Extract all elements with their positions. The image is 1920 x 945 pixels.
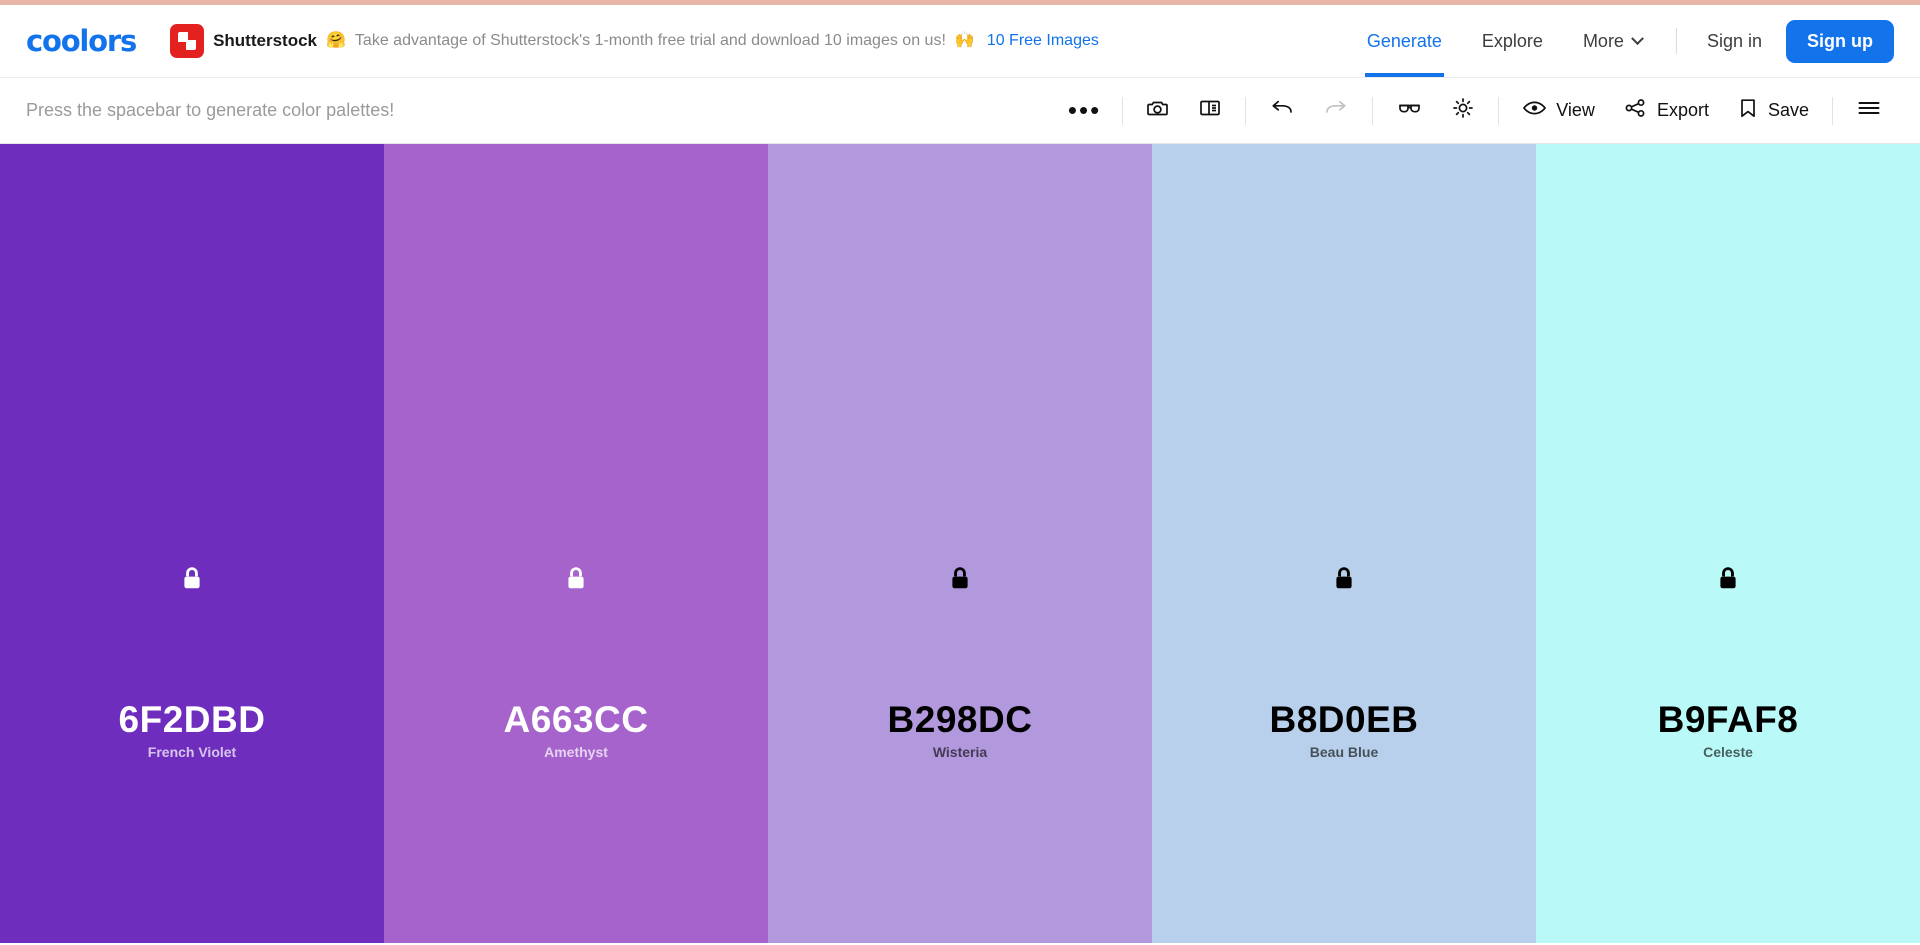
lock-icon[interactable] — [949, 566, 971, 598]
eye-icon — [1522, 96, 1547, 125]
lock-icon[interactable] — [1333, 566, 1355, 598]
main-nav: Generate Explore More Sign in Sign up — [1347, 5, 1894, 77]
site-header: coolors Shutterstock 🤗 Take advantage of… — [0, 5, 1920, 77]
coolors-logo[interactable]: coolors — [26, 24, 137, 58]
redo-icon — [1323, 96, 1349, 125]
color-hex[interactable]: B298DC — [888, 699, 1033, 741]
hug-emoji-icon: 🤗 — [326, 32, 346, 49]
color-palette: 6F2DBD French Violet A663CC Amethyst B298DC W… — [0, 144, 1920, 943]
nav-divider — [1675, 28, 1677, 54]
nav-item-explore[interactable]: Explore — [1462, 5, 1563, 77]
share-icon — [1623, 96, 1648, 125]
layout-button[interactable] — [1184, 89, 1236, 132]
layout-icon — [1198, 96, 1222, 125]
shutterstock-brand-name: Shutterstock — [213, 31, 317, 50]
lock-icon[interactable] — [565, 566, 587, 598]
save-button[interactable]: Save — [1723, 89, 1823, 132]
color-name: Beau Blue — [1309, 743, 1379, 760]
toolbar-actions: ••• View Export Save — [1056, 89, 1896, 132]
nav-item-generate[interactable]: Generate — [1347, 5, 1462, 77]
view-label: View — [1556, 100, 1595, 120]
raising-hands-emoji-icon: 🙌 — [954, 32, 975, 49]
color-swatch[interactable]: B9FAF8 Celeste — [1536, 144, 1920, 943]
brightness-button[interactable] — [1437, 89, 1489, 132]
color-name: Wisteria — [932, 743, 988, 760]
palette-toolbar: Press the spacebar to generate color pal… — [0, 77, 1920, 144]
undo-button[interactable] — [1255, 89, 1309, 132]
color-hex[interactable]: 6F2DBD — [119, 699, 266, 741]
view-button[interactable]: View — [1508, 89, 1609, 132]
hamburger-icon — [1856, 96, 1882, 125]
spacebar-hint: Press the spacebar to generate color pal… — [26, 100, 395, 120]
save-label: Save — [1767, 100, 1809, 120]
nav-item-more[interactable]: More — [1563, 5, 1662, 77]
lock-icon[interactable] — [1717, 566, 1739, 598]
free-images-link[interactable]: 10 Free Images — [987, 32, 1099, 50]
shutterstock-promo-banner[interactable]: Shutterstock 🤗 Take advantage of Shutter… — [170, 24, 1099, 58]
brightness-icon — [1451, 96, 1475, 125]
color-name: Celeste — [1703, 743, 1753, 760]
color-swatch[interactable]: A663CC Amethyst — [384, 144, 768, 943]
color-swatch[interactable]: B298DC Wisteria — [768, 144, 1152, 943]
toolbar-divider — [1122, 96, 1124, 125]
color-hex[interactable]: B8D0EB — [1270, 699, 1419, 741]
nav-label-generate: Generate — [1366, 30, 1442, 51]
camera-icon — [1146, 96, 1170, 125]
color-name: French Violet — [147, 743, 237, 760]
color-swatch[interactable]: 6F2DBD French Violet — [0, 144, 384, 943]
redo-button[interactable] — [1309, 89, 1363, 132]
toolbar-divider-2 — [1245, 96, 1247, 125]
sign-up-button[interactable]: Sign up — [1786, 19, 1894, 63]
bookmark-icon — [1737, 96, 1759, 125]
sign-in-link[interactable]: Sign in — [1691, 31, 1778, 52]
lock-icon[interactable] — [181, 566, 203, 598]
color-hex[interactable]: B9FAF8 — [1658, 699, 1799, 741]
undo-icon — [1269, 96, 1295, 125]
nav-label-explore: Explore — [1481, 30, 1543, 51]
color-name: Amethyst — [544, 743, 608, 760]
more-options-icon[interactable]: ••• — [1056, 97, 1113, 124]
toolbar-divider-3 — [1372, 96, 1374, 125]
export-label: Export — [1656, 100, 1709, 120]
color-hex[interactable]: A663CC — [504, 699, 649, 741]
shutterstock-logo-icon — [170, 24, 205, 58]
toolbar-divider-5 — [1832, 96, 1833, 125]
colorblind-button[interactable] — [1382, 89, 1437, 132]
promo-text: Take advantage of Shutterstock's 1-month… — [354, 32, 946, 49]
chevron-down-icon — [1631, 31, 1644, 45]
camera-button[interactable] — [1132, 89, 1184, 132]
color-swatch[interactable]: B8D0EB Beau Blue — [1152, 144, 1536, 943]
nav-label-more: More — [1582, 30, 1624, 51]
menu-button[interactable] — [1842, 89, 1896, 132]
toolbar-divider-4 — [1498, 96, 1500, 125]
glasses-icon — [1396, 96, 1423, 125]
export-button[interactable]: Export — [1609, 89, 1723, 132]
